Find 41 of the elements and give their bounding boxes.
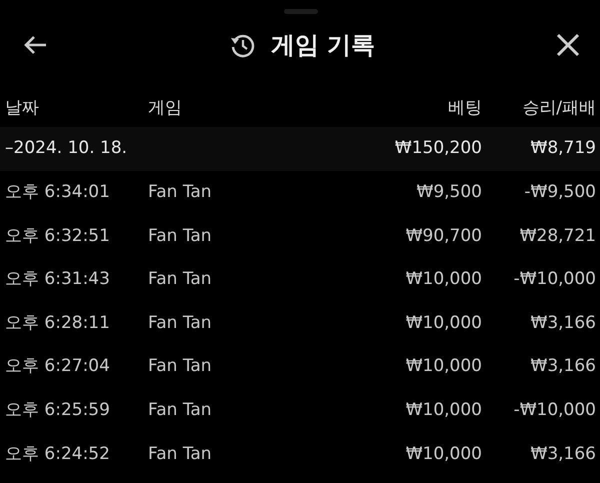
group-date: –2024. 10. 18. <box>5 137 128 160</box>
total-result: ₩8,719 <box>530 137 596 160</box>
table-cell-text: 오후 6:27:04 <box>5 355 111 378</box>
total-bet: ₩150,200 <box>394 137 482 160</box>
table-cell-text: Fan Tan <box>148 442 213 466</box>
column-header: 베팅 <box>447 96 482 120</box>
drag-handle[interactable] <box>284 9 318 14</box>
table-cell-text: Fan Tan <box>148 181 213 204</box>
column-header: 승리/패배 <box>521 96 596 120</box>
table-cell-text: 오후 6:24:52 <box>5 442 111 466</box>
table-cell-text: Fan Tan <box>148 268 213 292</box>
table-cell-text: ₩10,000 <box>404 442 482 466</box>
table-cell-text: Fan Tan <box>148 355 213 378</box>
screen-title: 게임 기록 <box>270 30 376 61</box>
column-header: 날짜 <box>5 96 40 120</box>
table-cell-text: Fan Tan <box>148 399 213 422</box>
table-cell-text: Fan Tan <box>148 312 213 335</box>
table-cell-text: ₩10,000 <box>404 355 482 378</box>
table-cell-text: Fan Tan <box>148 224 213 248</box>
close-button[interactable] <box>556 33 580 57</box>
table-cell-text: 오후 6:25:59 <box>5 399 111 422</box>
back-button[interactable] <box>22 34 48 56</box>
date-group-row[interactable]: –2024. 10. 18. ₩150,200 ₩8,719 <box>0 127 600 171</box>
table-cell-text: ₩9,500 <box>416 181 482 204</box>
table-cell-text: 오후 6:31:43 <box>5 268 111 292</box>
table-cell-text: ₩3,166 <box>530 442 596 466</box>
table-cell-text: -₩9,500 <box>523 181 596 204</box>
table-cell-text: ₩10,000 <box>404 312 482 335</box>
table-cell-text: -₩10,000 <box>512 399 596 422</box>
table-cell-text: ₩10,000 <box>404 268 482 292</box>
table-cell-text: -₩10,000 <box>512 268 596 292</box>
table-cell-text: 오후 6:34:01 <box>5 181 111 204</box>
table-cell-text: ₩90,700 <box>404 224 482 248</box>
history-icon <box>228 32 255 58</box>
table-cell-text: 오후 6:28:11 <box>5 312 111 335</box>
table-cell-text: ₩3,166 <box>530 355 596 378</box>
table-cell-text: 오후 6:32:51 <box>5 224 111 248</box>
table-cell-text: ₩3,166 <box>530 312 596 335</box>
column-header: 게임 <box>148 96 183 120</box>
table-cell-text: ₩10,000 <box>404 399 482 422</box>
table-cell-text: ₩28,721 <box>518 224 596 248</box>
